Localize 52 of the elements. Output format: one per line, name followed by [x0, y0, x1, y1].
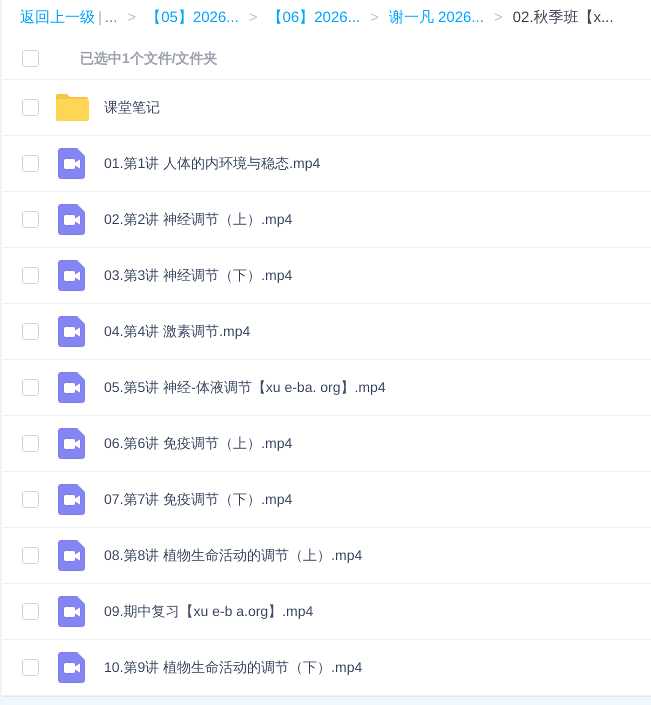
file-row[interactable]: 03.第3讲 神经调节（下）.mp4 — [2, 248, 651, 304]
checkbox[interactable] — [22, 435, 39, 452]
checkbox[interactable] — [22, 379, 39, 396]
file-row[interactable]: 08.第8讲 植物生命活动的调节（上）.mp4 — [2, 528, 651, 584]
chevron-text: > — [127, 8, 136, 28]
file-name[interactable]: 01.第1讲 人体的内环境与稳态.mp4 — [104, 153, 320, 174]
file-name[interactable]: 02.第2讲 神经调节（上）.mp4 — [104, 209, 292, 230]
file-row[interactable]: 课堂笔记 — [2, 80, 651, 136]
checkbox[interactable] — [22, 267, 39, 284]
checkbox[interactable] — [22, 491, 39, 508]
ellipsis-text[interactable]: ... — [104, 7, 118, 30]
chevron-text: > — [494, 8, 503, 28]
file-row[interactable]: 09.期中复习【xu e-b a.org】.mp4 — [2, 584, 651, 640]
video-file-icon — [58, 596, 85, 627]
file-row[interactable]: 01.第1讲 人体的内环境与稳态.mp4 — [2, 136, 651, 192]
chevron-text: > — [370, 8, 379, 28]
selection-count-text: 已选中1个文件/文件夹 — [80, 48, 218, 68]
file-row[interactable]: 05.第5讲 神经-体液调节【xu e-ba. org】.mp4 — [2, 360, 651, 416]
video-file-icon — [58, 484, 85, 515]
video-file-icon — [58, 540, 85, 571]
file-row[interactable]: 04.第4讲 激素调节.mp4 — [2, 304, 651, 360]
checkbox[interactable] — [22, 50, 39, 66]
file-name[interactable]: 08.第8讲 植物生命活动的调节（上）.mp4 — [104, 545, 362, 566]
divider-text: | — [98, 8, 102, 28]
chevron-text: > — [248, 8, 258, 28]
file-row[interactable]: 06.第6讲 免疫调节（上）.mp4 — [2, 416, 651, 472]
video-file-icon — [58, 372, 85, 403]
file-name[interactable]: 04.第4讲 激素调节.mp4 — [104, 321, 250, 342]
video-file-icon — [58, 652, 85, 683]
file-name[interactable]: 10.第9讲 植物生命活动的调节（下）.mp4 — [104, 657, 362, 678]
video-file-icon — [58, 260, 85, 291]
file-name[interactable]: 06.第6讲 免疫调节（上）.mp4 — [104, 433, 292, 454]
checkbox[interactable] — [22, 659, 39, 676]
video-file-icon — [58, 148, 85, 179]
checkbox[interactable] — [22, 211, 39, 228]
checkbox[interactable] — [22, 323, 39, 340]
file-name[interactable]: 03.第3讲 神经调节（下）.mp4 — [104, 265, 292, 286]
folder-icon — [54, 94, 88, 121]
file-row[interactable]: 02.第2讲 神经调节（上）.mp4 — [2, 192, 651, 248]
file-name[interactable]: 课堂笔记 — [104, 97, 160, 118]
file-name[interactable]: 09.期中复习【xu e-b a.org】.mp4 — [104, 601, 314, 622]
file-name[interactable]: 05.第5讲 神经-体液调节【xu e-ba. org】.mp4 — [104, 377, 386, 398]
video-file-icon — [58, 204, 85, 235]
checkbox[interactable] — [22, 99, 39, 116]
breadcrumb-link[interactable]: 02.秋季班【x... — [512, 7, 614, 30]
checkbox[interactable] — [22, 603, 39, 620]
file-name[interactable]: 07.第7讲 免疫调节（下）.mp4 — [104, 489, 292, 510]
checkbox[interactable] — [22, 155, 39, 172]
checkbox[interactable] — [22, 547, 39, 564]
video-file-icon — [58, 428, 85, 459]
video-file-icon — [58, 316, 85, 347]
file-row[interactable]: 07.第7讲 免疫调节（下）.mp4 — [2, 472, 651, 528]
